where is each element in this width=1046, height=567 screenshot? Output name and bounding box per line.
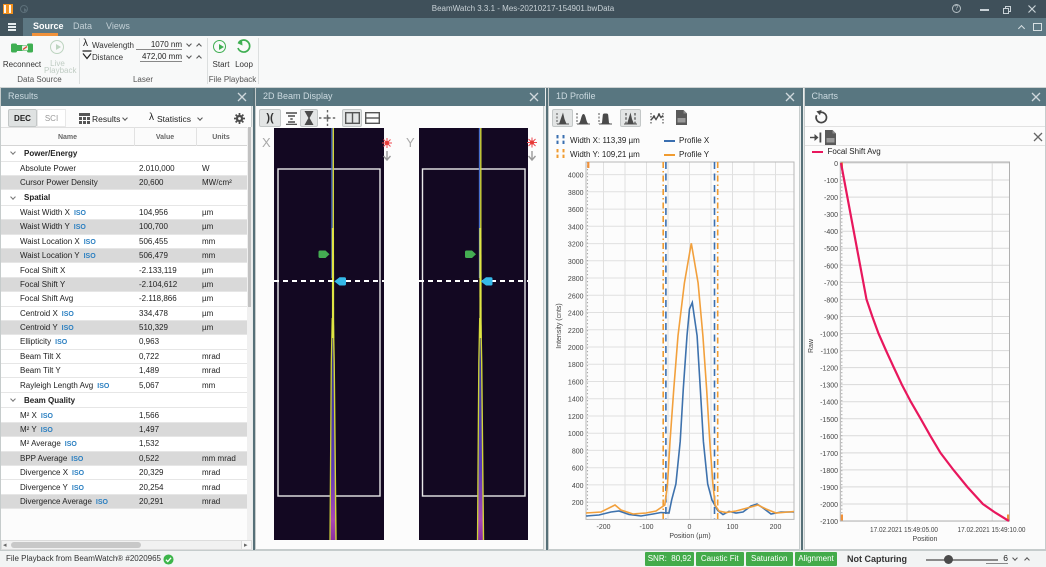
svg-text:-800: -800	[823, 297, 837, 304]
svg-text:Intensity (cnts): Intensity (cnts)	[556, 303, 563, 349]
svg-text:2000: 2000	[568, 345, 584, 352]
svg-text:1400: 1400	[568, 397, 584, 404]
svg-text:-1000: -1000	[820, 332, 838, 339]
svg-text:0: 0	[688, 524, 692, 531]
svg-text:-2000: -2000	[820, 502, 838, 509]
svg-text:600: 600	[572, 466, 584, 473]
svg-text:-200: -200	[596, 524, 610, 531]
svg-text:-700: -700	[823, 280, 837, 287]
svg-text:3800: 3800	[568, 190, 584, 197]
svg-text:2600: 2600	[568, 293, 584, 300]
svg-text:4000: 4000	[568, 173, 584, 180]
svg-text:3600: 3600	[568, 207, 584, 214]
svg-text:800: 800	[572, 448, 584, 455]
svg-text:-1500: -1500	[820, 417, 838, 424]
svg-text:-600: -600	[823, 263, 837, 270]
svg-text:1600: 1600	[568, 380, 584, 387]
svg-text:-900: -900	[823, 315, 837, 322]
svg-text:2200: 2200	[568, 328, 584, 335]
svg-text:2400: 2400	[568, 311, 584, 318]
svg-text:-2100: -2100	[820, 519, 838, 526]
svg-text:2800: 2800	[568, 276, 584, 283]
svg-text:-300: -300	[823, 212, 837, 219]
svg-text:-1900: -1900	[820, 485, 838, 492]
svg-text:3400: 3400	[568, 224, 584, 231]
svg-text:17.02.2021 15:49:05.00: 17.02.2021 15:49:05.00	[870, 527, 938, 534]
svg-text:1200: 1200	[568, 414, 584, 421]
svg-text:Raw: Raw	[808, 338, 815, 353]
svg-text:3000: 3000	[568, 259, 584, 266]
svg-text:-500: -500	[823, 246, 837, 253]
svg-text:-1800: -1800	[820, 468, 838, 475]
svg-text:-100: -100	[823, 178, 837, 185]
svg-text:Position: Position	[912, 536, 937, 543]
svg-text:1800: 1800	[568, 362, 584, 369]
svg-text:-100: -100	[639, 524, 653, 531]
svg-text:-1300: -1300	[820, 383, 838, 390]
svg-text:-1200: -1200	[820, 366, 838, 373]
svg-text:-1400: -1400	[820, 400, 838, 407]
svg-text:400: 400	[572, 483, 584, 490]
svg-text:100: 100	[727, 524, 739, 531]
svg-text:-1700: -1700	[820, 451, 838, 458]
svg-text:17.02.2021 15:49:10.00: 17.02.2021 15:49:10.00	[957, 527, 1025, 534]
svg-text:-1600: -1600	[820, 434, 838, 441]
svg-text:0: 0	[834, 161, 838, 168]
svg-text:200: 200	[770, 524, 782, 531]
svg-text:200: 200	[572, 500, 584, 507]
svg-text:-1100: -1100	[820, 349, 837, 356]
svg-text:-400: -400	[823, 229, 837, 236]
svg-text:Position (µm): Position (µm)	[669, 533, 710, 540]
svg-text:1000: 1000	[568, 431, 584, 438]
svg-text:3200: 3200	[568, 242, 584, 249]
svg-text:-200: -200	[823, 195, 837, 202]
